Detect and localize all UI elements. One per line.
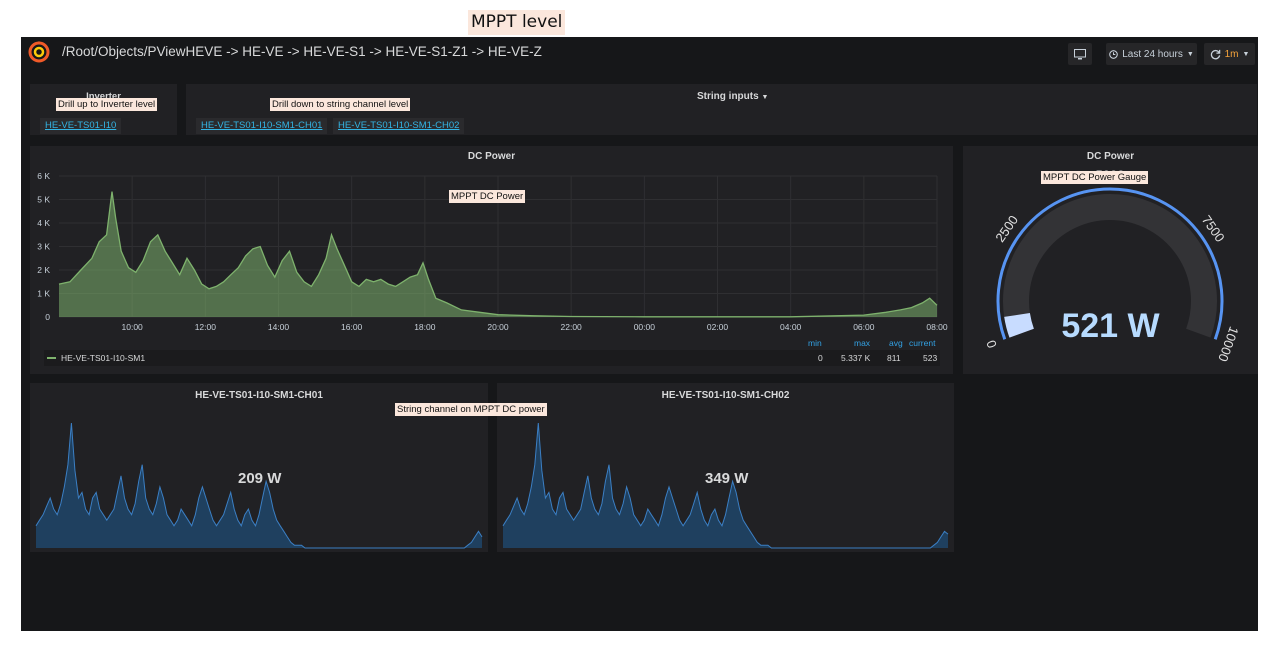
x-tick-label: 04:00 — [780, 322, 802, 332]
legend-series-swatch — [47, 357, 56, 359]
legend-max-value: 5.337 K — [841, 353, 871, 363]
legend-max-header: max — [854, 338, 871, 348]
annotation-mppt-dc-power: MPPT DC Power — [449, 190, 526, 203]
x-tick-label: 22:00 — [561, 322, 583, 332]
annotation-drill-up: Drill up to Inverter level — [56, 98, 158, 111]
y-tick-label: 4 K — [37, 218, 50, 228]
y-tick-label: 1 K — [37, 289, 50, 299]
dc-power-graph-panel[interactable]: DC Power 01 K2 K3 K4 K5 K6 K 10:00 12:00 14… — [30, 146, 953, 374]
ch02-sparkline — [502, 422, 949, 549]
x-tick-label: 10:00 — [122, 322, 144, 332]
y-tick-label: 0 — [45, 312, 50, 322]
chevron-down-icon: ▼ — [1242, 50, 1250, 58]
legend: min max avg current HE-VE-TS01-I10-SM1 0… — [44, 336, 944, 368]
annotation-mppt-level: MPPT level — [468, 10, 566, 35]
ch02-link[interactable]: HE-VE-TS01-I10-SM1-CH02 — [333, 118, 465, 134]
x-tick-label: 12:00 — [195, 322, 217, 332]
breadcrumb[interactable]: /Root/Objects/PViewHEVE -> HE-VE -> HE-V… — [62, 44, 542, 59]
refresh-interval-label: 1m — [1224, 48, 1239, 60]
dc-power-chart: 0 1 K 2 K 3 K 4 K 5 K 6 K 10:00 12:00 14:00 16:00 1… — [37, 171, 948, 332]
ch02-singlestat-panel[interactable]: HE-VE-TS01-I10-SM1-CH02 349 W — [497, 383, 954, 552]
ch01-link[interactable]: HE-VE-TS01-I10-SM1-CH01 — [196, 118, 328, 134]
legend-current-value: 523 — [923, 353, 938, 363]
x-tick-label: 00:00 — [634, 322, 656, 332]
dashboard-app: /Root/Objects/PViewHEVE -> HE-VE -> HE-V… — [21, 37, 1258, 631]
legend-avg-value: 811 — [887, 353, 901, 363]
legend-series-row[interactable]: HE-VE-TS01-I10-SM1 0 5.337 K 811 523 — [44, 350, 940, 366]
refresh-icon — [1210, 49, 1220, 59]
y-tick-label: 3 K — [37, 242, 50, 252]
x-tick-label: 14:00 — [268, 322, 290, 332]
chevron-down-icon: ▼ — [1186, 50, 1194, 58]
tv-mode-button[interactable] — [1068, 43, 1092, 65]
legend-series-name: HE-VE-TS01-I10-SM1 — [61, 353, 146, 363]
y-tick-label: 6 K — [37, 171, 50, 181]
inverter-link[interactable]: HE-VE-TS01-I10 — [40, 118, 122, 134]
legend-min-header: min — [808, 338, 822, 348]
ch02-value: 349 W — [705, 470, 749, 487]
chevron-down-icon: ▼ — [761, 94, 769, 101]
navbar: /Root/Objects/PViewHEVE -> HE-VE -> HE-V… — [21, 37, 1258, 68]
refresh-picker[interactable]: 1m ▼ — [1204, 43, 1255, 65]
x-tick-label: 16:00 — [341, 322, 363, 332]
clock-icon — [1109, 49, 1119, 59]
gauge-value: 521 W — [1061, 307, 1160, 345]
annotation-string-channel: String channel on MPPT DC power — [395, 403, 547, 416]
x-tick-label: 20:00 — [487, 322, 509, 332]
legend-min-value: 0 — [818, 353, 823, 363]
string-inputs-title: String inputs — [697, 91, 759, 102]
x-tick-label: 18:00 — [414, 322, 436, 332]
x-tick-label: 06:00 — [853, 322, 875, 332]
ch01-value: 209 W — [238, 470, 282, 487]
monitor-icon — [1074, 48, 1086, 59]
y-tick-label: 5 K — [37, 195, 50, 205]
legend-avg-header: avg — [889, 338, 903, 348]
y-tick-label: 2 K — [37, 265, 50, 275]
annotation-gauge: MPPT DC Power Gauge — [1041, 171, 1149, 184]
string-inputs-dropdown[interactable]: String inputs ▼ — [697, 91, 768, 102]
legend-current-header: current — [909, 338, 936, 348]
annotation-drill-down: Drill down to string channel level — [270, 98, 411, 111]
time-range-picker[interactable]: Last 24 hours ▼ — [1106, 43, 1197, 65]
time-range-label: Last 24 hours — [1122, 48, 1183, 60]
x-tick-label: 08:00 — [926, 322, 948, 332]
x-tick-label: 02:00 — [707, 322, 729, 332]
grafana-logo-icon[interactable] — [27, 40, 51, 64]
